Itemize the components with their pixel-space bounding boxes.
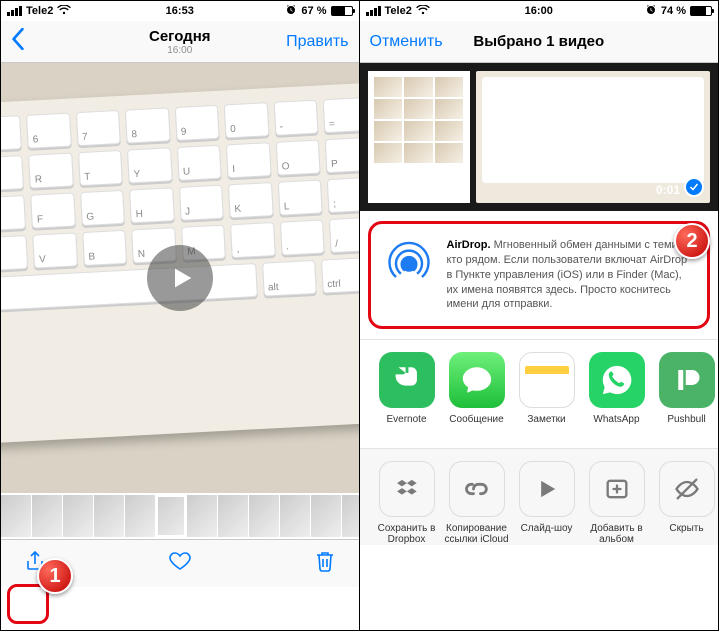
- signal-icon: [366, 6, 381, 16]
- play-button[interactable]: [147, 245, 213, 311]
- edit-button[interactable]: Править: [286, 33, 348, 51]
- airdrop-text: AirDrop. Мгновенный обмен данными с теми…: [447, 238, 696, 312]
- airdrop-panel[interactable]: AirDrop. Мгновенный обмен данными с теми…: [368, 221, 711, 329]
- step-badge-2: 2: [674, 223, 710, 259]
- screenshot-right: Tele2 16:00 74 % Отменить Выбрано 1 виде…: [360, 1, 719, 630]
- share-thumbnails: 0:01: [360, 63, 719, 211]
- battery-pct: 74 %: [661, 5, 686, 17]
- chevron-left-icon: [11, 28, 25, 50]
- signal-icon: [7, 6, 22, 16]
- nav-bar: Отменить Выбрано 1 видео: [360, 21, 719, 63]
- action-add-album[interactable]: Добавить в альбом: [582, 461, 652, 545]
- action-dropbox[interactable]: Сохранить в Dropbox: [372, 461, 442, 545]
- wifi-icon: [57, 5, 71, 18]
- play-icon: [533, 475, 561, 503]
- selected-check-icon: [684, 177, 704, 197]
- action-icloud-link[interactable]: Копирование ссылки iCloud: [442, 461, 512, 545]
- pushbullet-icon: [659, 352, 715, 408]
- wifi-icon: [416, 5, 430, 18]
- clock: 16:53: [166, 5, 194, 17]
- dropbox-icon: [393, 475, 421, 503]
- action-slideshow[interactable]: Слайд-шоу: [512, 461, 582, 545]
- hide-icon: [673, 475, 701, 503]
- action-hide[interactable]: Скрыть: [652, 461, 719, 545]
- share-app-pushbullet[interactable]: Pushbull: [652, 352, 719, 436]
- status-bar: Tele2 16:53 67 %: [1, 1, 359, 21]
- link-icon: [463, 475, 491, 503]
- back-button[interactable]: [11, 28, 25, 55]
- notes-icon: [519, 352, 575, 408]
- delete-button[interactable]: [313, 549, 337, 578]
- message-icon: [449, 352, 505, 408]
- share-app-evernote[interactable]: Evernote: [372, 352, 442, 436]
- alarm-icon: [645, 4, 657, 19]
- carrier-label: Tele2: [26, 5, 53, 17]
- video-preview[interactable]: 567890-= ERTYUIOP DFGHJKL; CVBNM,./ altc…: [1, 63, 359, 493]
- share-actions-row: Сохранить в Dropbox Копирование ссылки i…: [360, 449, 719, 545]
- heart-icon: [168, 549, 192, 573]
- battery-icon: [331, 6, 353, 16]
- thumbnail-strip[interactable]: [1, 493, 359, 539]
- carrier-label: Tele2: [385, 5, 412, 17]
- clock: 16:00: [525, 5, 553, 17]
- share-app-messages[interactable]: Сообщение: [442, 352, 512, 436]
- trash-icon: [313, 549, 337, 573]
- evernote-icon: [379, 352, 435, 408]
- step-badge-1: 1: [37, 558, 73, 594]
- add-album-icon: [603, 475, 631, 503]
- status-bar: Tele2 16:00 74 %: [360, 1, 719, 21]
- thumb-selected-video[interactable]: 0:01: [476, 71, 711, 203]
- video-duration: 0:01: [656, 183, 680, 197]
- battery-icon: [690, 6, 712, 16]
- screenshot-left: Tele2 16:53 67 % Сегодня 16:00: [1, 1, 360, 630]
- share-apps-row: Evernote Сообщение Заметки WhatsApp: [360, 339, 719, 449]
- play-icon: [168, 264, 196, 292]
- thumb-library[interactable]: [368, 71, 470, 203]
- favorite-button[interactable]: [168, 549, 192, 578]
- alarm-icon: [285, 4, 297, 19]
- cancel-button[interactable]: Отменить: [370, 33, 443, 51]
- share-app-whatsapp[interactable]: WhatsApp: [582, 352, 652, 436]
- nav-bar: Сегодня 16:00 Править: [1, 21, 359, 63]
- whatsapp-icon: [589, 352, 645, 408]
- airdrop-icon: [383, 238, 435, 290]
- share-app-notes[interactable]: Заметки: [512, 352, 582, 436]
- battery-pct: 67 %: [301, 5, 326, 17]
